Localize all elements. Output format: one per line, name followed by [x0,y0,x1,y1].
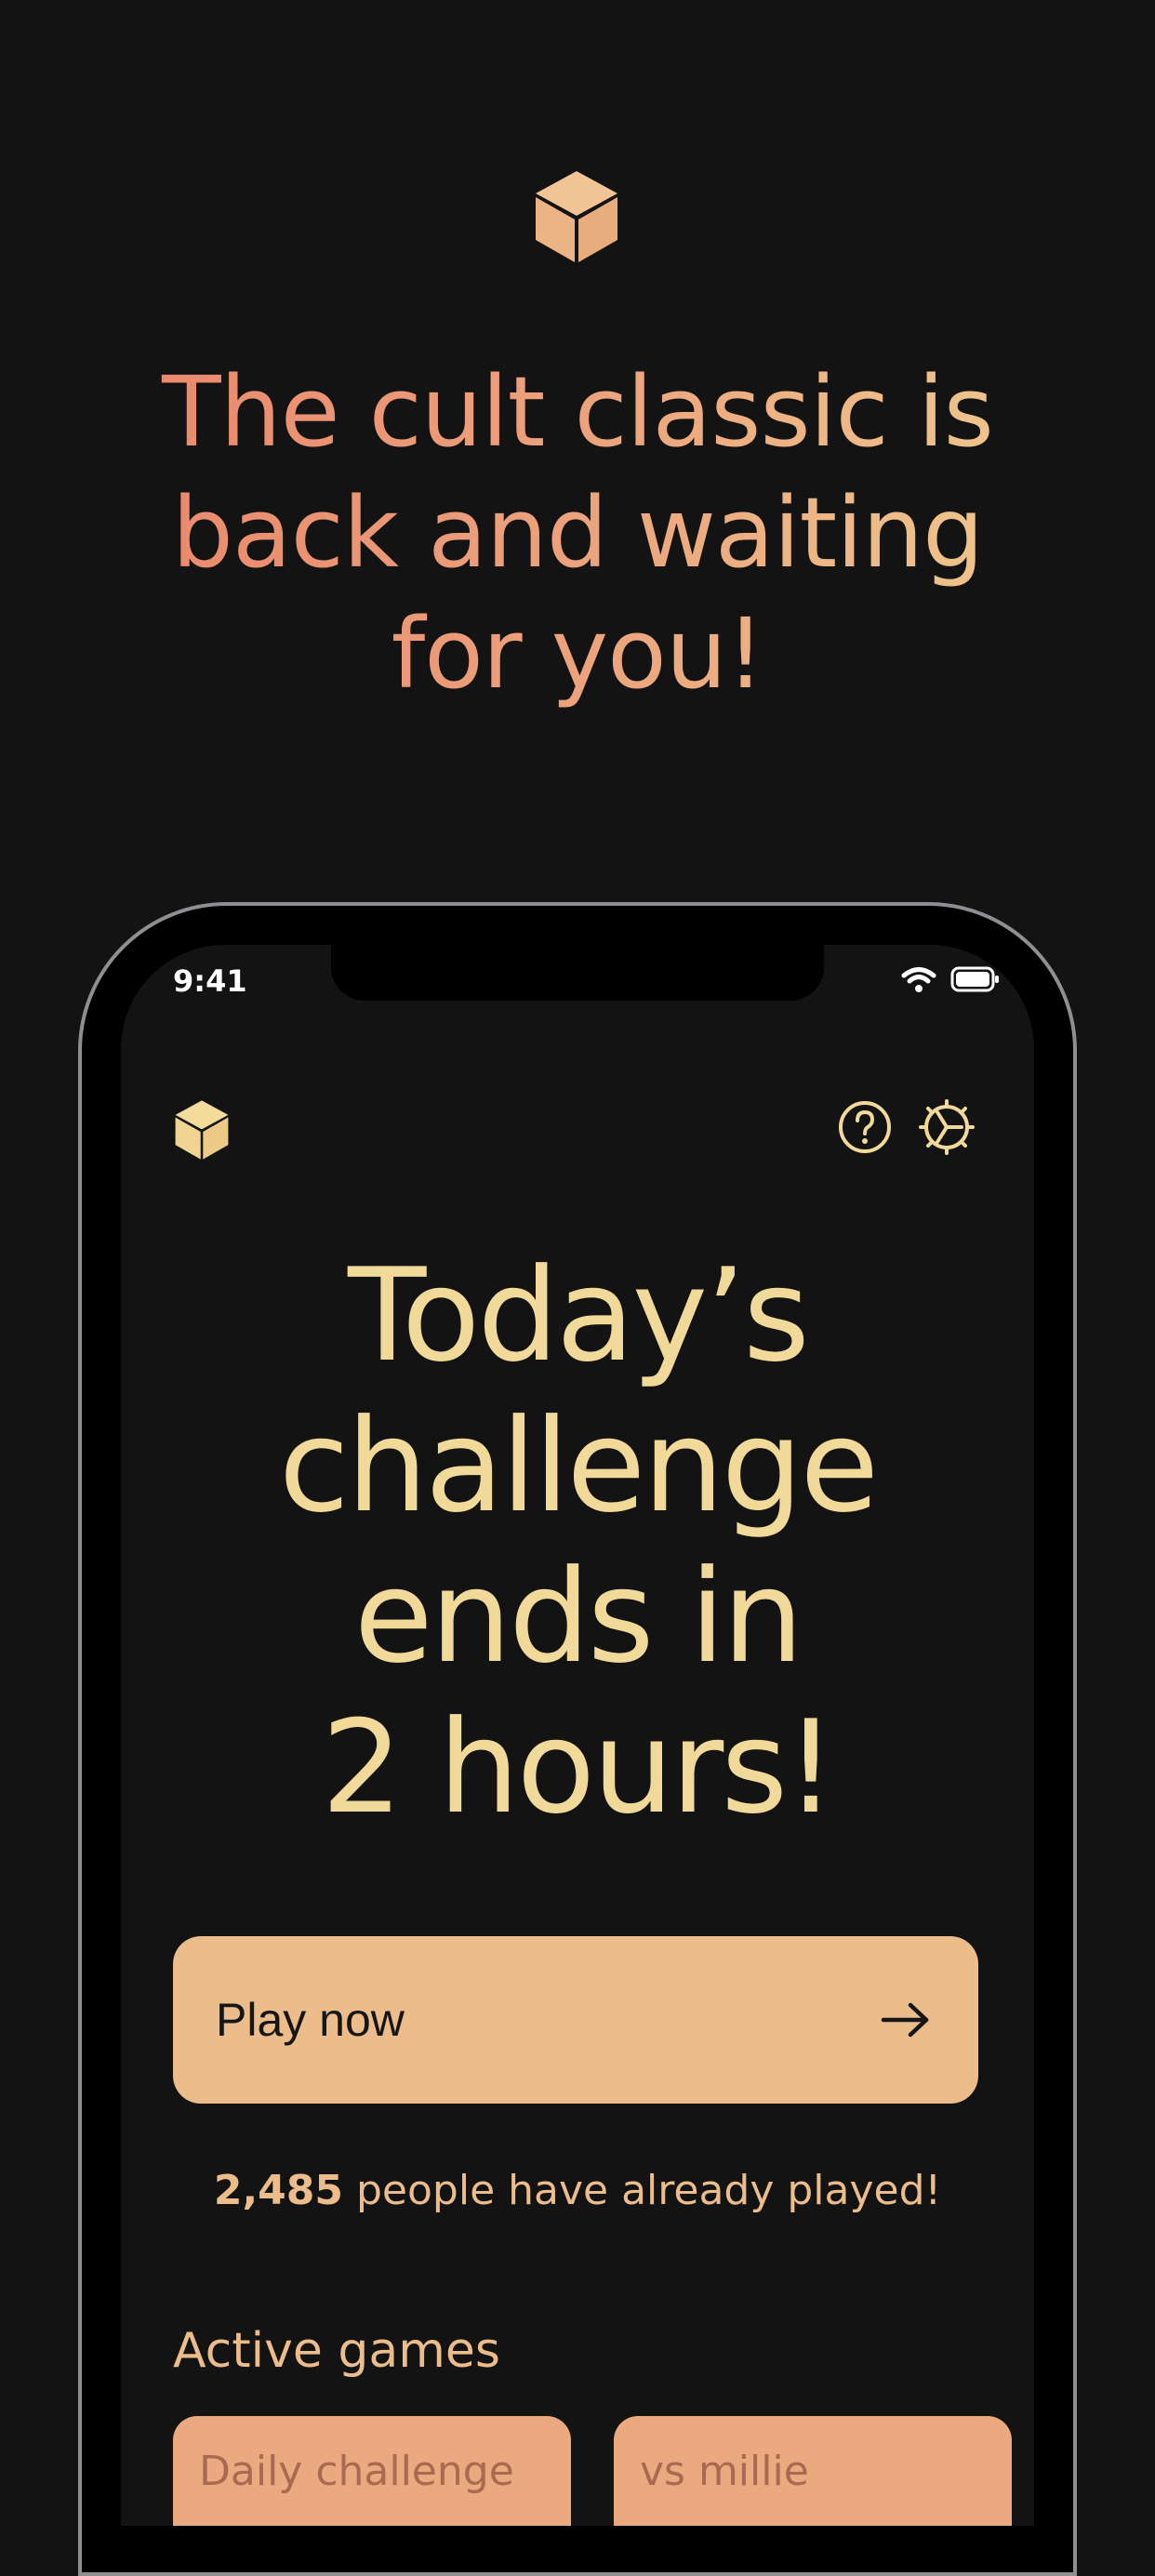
challenge-title-line: 2 hours! [321,1693,837,1842]
challenge-title-line: Today’s [348,1241,810,1390]
played-count: 2,485 [213,2167,344,2214]
status-time: 9:41 [173,963,247,999]
battery-icon [950,966,999,992]
status-icons [900,965,1001,993]
played-suffix: people have already played! [343,2167,942,2214]
cube-logo-icon [175,1100,229,1160]
cube-logo-icon [536,171,617,262]
game-card-daily-challenge[interactable]: Daily challenge [173,2416,571,2526]
active-games-title: Active games [173,2323,500,2379]
promo-headline: The cult classic is back and waiting for… [93,352,1062,714]
arrow-right-icon [881,2002,929,2038]
challenge-title-line: challenge [278,1391,879,1541]
play-now-label: Play now [216,1994,405,2046]
help-icon[interactable] [837,1099,893,1155]
play-now-button[interactable]: Play now [173,1936,978,2104]
game-card-label: Daily challenge [199,2448,514,2495]
played-count-text: 2,485 people have already played! [121,2167,1034,2214]
notch [331,945,824,1001]
challenge-title-line: ends in [353,1542,804,1692]
challenge-title: Today’s challenge ends in 2 hours! [121,1241,1034,1843]
game-card-vs-millie[interactable]: vs millie [614,2416,1012,2526]
game-card-label: vs millie [640,2448,809,2495]
wifi-icon [901,967,936,992]
gear-icon[interactable] [917,1097,976,1157]
phone-screen: 9:41 Today’s challenge ends in 2 hours! … [121,945,1034,2526]
